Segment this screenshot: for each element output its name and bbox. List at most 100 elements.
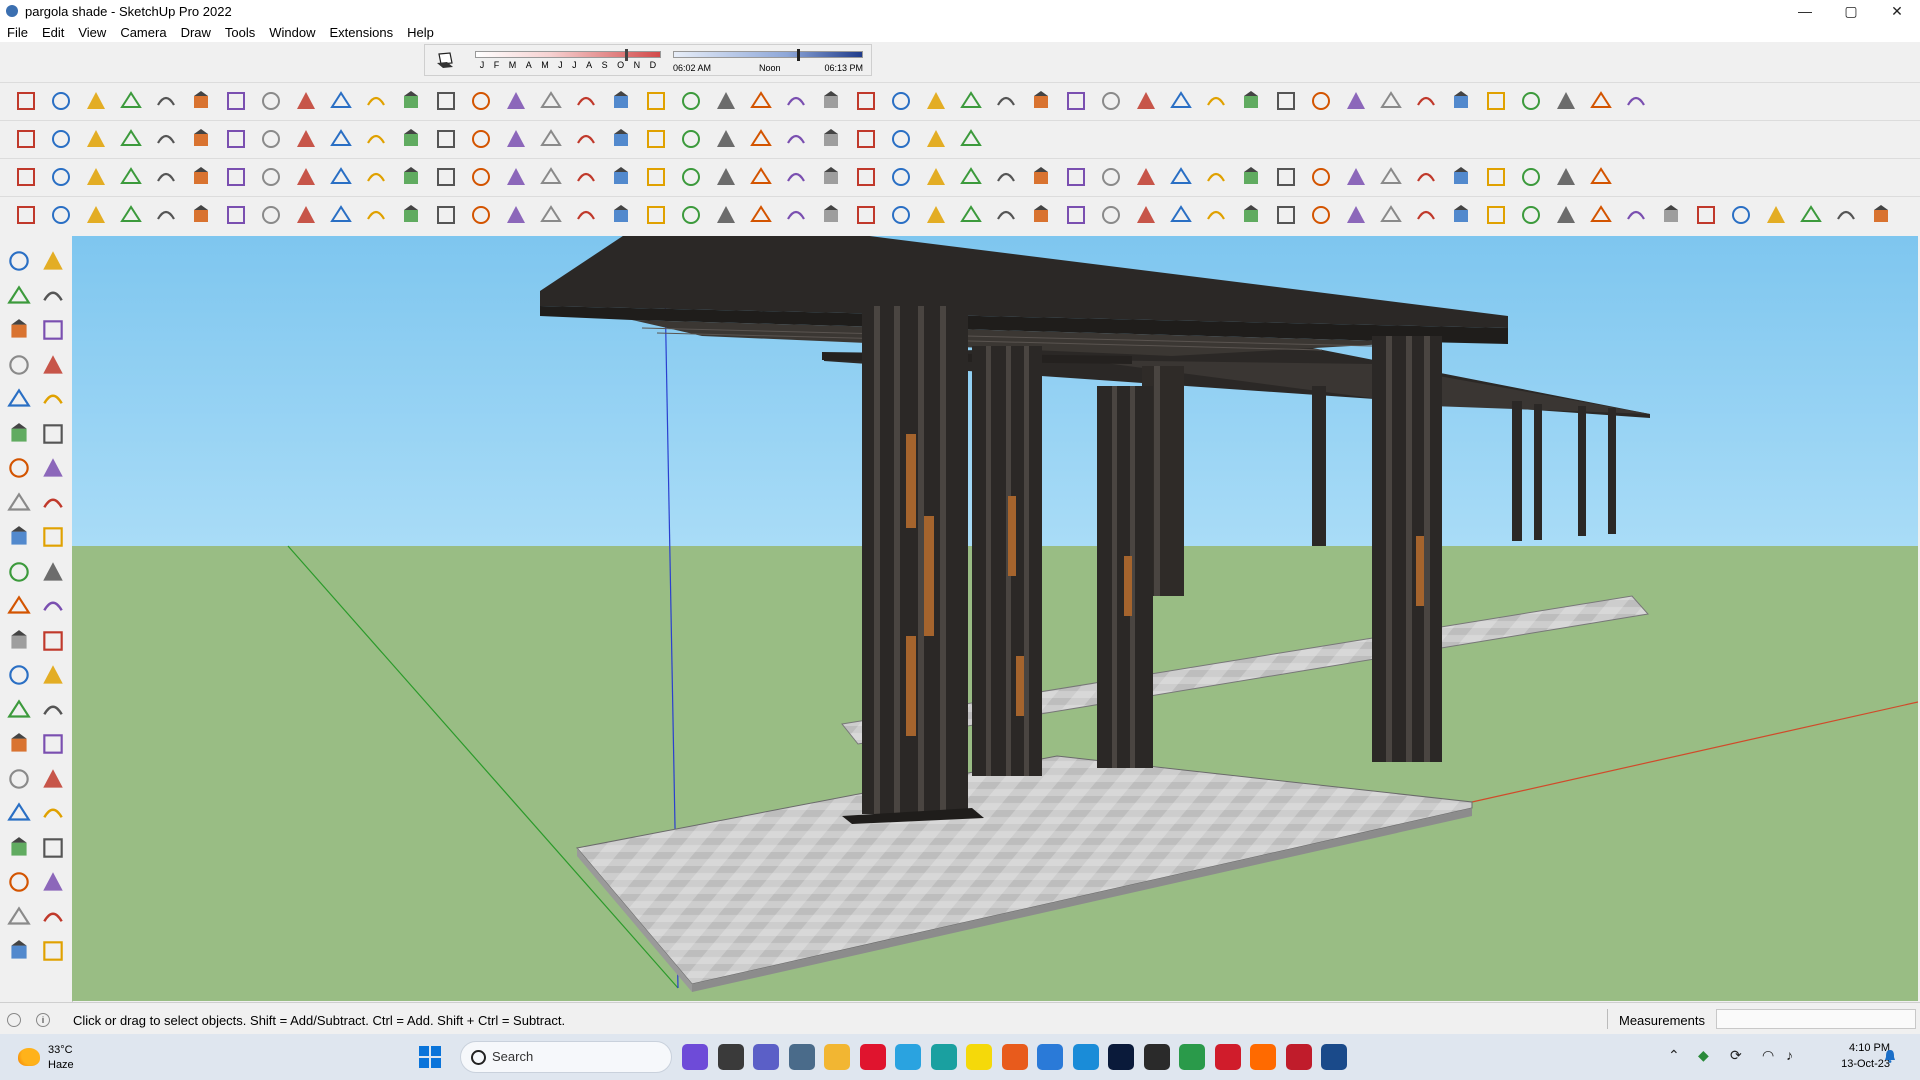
pan-icon[interactable] (40, 731, 66, 757)
windows-start-icon[interactable] (418, 1045, 442, 1069)
frame-3-icon[interactable] (1274, 165, 1298, 189)
orbit-icon[interactable] (504, 127, 528, 151)
arc-2pt-icon[interactable] (49, 89, 73, 113)
arc-icon[interactable] (6, 455, 32, 481)
paint-icon[interactable] (189, 127, 213, 151)
home-icon[interactable] (1589, 89, 1613, 113)
tray-chevron-icon[interactable]: ⌃ (1668, 1047, 1680, 1064)
telegram-taskbar-icon[interactable] (895, 1044, 921, 1070)
rotated-rect-icon[interactable] (189, 89, 213, 113)
sketchup-taskbar-icon[interactable] (1321, 1044, 1347, 1070)
circle-4-icon[interactable] (434, 203, 458, 227)
calculator-taskbar-icon[interactable] (788, 1044, 815, 1070)
lasso-2-icon[interactable] (1239, 203, 1263, 227)
polygon-3d-icon[interactable] (154, 89, 178, 113)
tape-icon[interactable] (119, 89, 143, 113)
time-slider-thumb[interactable] (797, 49, 800, 61)
zoom-icon[interactable] (6, 766, 32, 792)
box-2-icon[interactable] (399, 203, 423, 227)
stair-icon[interactable] (574, 89, 598, 113)
component-tree-icon[interactable] (1869, 203, 1893, 227)
shadow-toggle-icon[interactable] (435, 51, 455, 69)
section-fill-icon[interactable] (40, 904, 66, 930)
pyramid-icon[interactable] (1169, 203, 1193, 227)
roof-1-icon[interactable] (1449, 165, 1473, 189)
garage-icon[interactable] (1554, 89, 1578, 113)
scale-icon[interactable] (364, 127, 388, 151)
arrow-tool-icon[interactable] (364, 89, 388, 113)
hexagon-icon[interactable] (644, 165, 668, 189)
minimize-button[interactable]: — (1782, 0, 1828, 22)
zoom-ext-icon[interactable] (609, 127, 633, 151)
dome-icon[interactable] (189, 203, 213, 227)
menu-window[interactable]: Window (262, 25, 322, 40)
geolocation-icon[interactable] (7, 1013, 21, 1027)
cone-icon[interactable] (1134, 203, 1158, 227)
cube-icon[interactable] (49, 165, 73, 189)
beam-icon[interactable] (749, 89, 773, 113)
dimension-icon[interactable] (40, 628, 66, 654)
window-frame-icon[interactable] (1659, 203, 1683, 227)
hide-icon[interactable] (819, 127, 843, 151)
move-icon[interactable] (6, 524, 32, 550)
sextant-icon[interactable] (119, 203, 143, 227)
cube-grid-icon[interactable] (1624, 203, 1648, 227)
move-icon[interactable] (294, 127, 318, 151)
file-explorer-taskbar-icon[interactable] (824, 1044, 850, 1070)
layers-2-icon[interactable] (924, 165, 948, 189)
photoshop-taskbar-icon[interactable] (1108, 1044, 1134, 1070)
shed-icon[interactable] (1484, 89, 1508, 113)
plane-blue-2-icon[interactable] (574, 203, 598, 227)
round-corner-icon[interactable] (959, 89, 983, 113)
menu-extensions[interactable]: Extensions (323, 25, 401, 40)
undo-icon[interactable] (1414, 203, 1438, 227)
brick-1-icon[interactable] (1379, 165, 1403, 189)
tile-1-icon[interactable] (1694, 203, 1718, 227)
page-icon[interactable] (854, 203, 878, 227)
plane-blue-icon[interactable] (539, 203, 563, 227)
arch-icon[interactable] (539, 165, 563, 189)
protractor-icon[interactable] (6, 662, 32, 688)
menu-tools[interactable]: Tools (218, 25, 262, 40)
arc-2pt-icon[interactable] (40, 490, 66, 516)
drape-icon[interactable] (749, 127, 773, 151)
section-3-icon[interactable] (854, 165, 878, 189)
canopy-icon[interactable] (49, 203, 73, 227)
shelf-icon[interactable] (819, 203, 843, 227)
component-icon[interactable] (644, 127, 668, 151)
rotate-icon[interactable] (329, 127, 353, 151)
text-icon[interactable] (40, 662, 66, 688)
plane-gray-icon[interactable] (714, 203, 738, 227)
tree-icon[interactable] (1449, 203, 1473, 227)
pinterest-taskbar-icon[interactable] (1214, 1044, 1241, 1070)
glazing-icon[interactable] (539, 89, 563, 113)
text-icon[interactable] (434, 127, 458, 151)
curve-icon[interactable] (749, 203, 773, 227)
oval-icon[interactable] (434, 165, 458, 189)
push-pull-icon[interactable] (40, 524, 66, 550)
move-green-icon[interactable] (1064, 203, 1088, 227)
move-red-icon[interactable] (1029, 203, 1053, 227)
teams-taskbar-icon[interactable] (753, 1044, 779, 1070)
rectangle-icon[interactable] (6, 386, 32, 412)
grid-1-icon[interactable] (329, 203, 353, 227)
frame-icon[interactable] (1204, 165, 1228, 189)
autodesk-taskbar-icon[interactable] (1143, 1044, 1170, 1070)
solar-icon[interactable] (959, 127, 983, 151)
torus-icon[interactable] (574, 165, 598, 189)
chain-icon[interactable] (924, 203, 948, 227)
hatch-icon[interactable] (1169, 89, 1193, 113)
roof-3-icon[interactable] (1519, 165, 1543, 189)
follow-me-icon[interactable] (40, 559, 66, 585)
plane-red-icon[interactable] (679, 203, 703, 227)
pump-icon[interactable] (1484, 203, 1508, 227)
union-icon[interactable] (259, 203, 283, 227)
previous-icon[interactable] (40, 800, 66, 826)
cross-icon[interactable] (1799, 203, 1823, 227)
spiral-icon[interactable] (1274, 89, 1298, 113)
barn-icon[interactable] (1624, 89, 1648, 113)
path-icon[interactable] (994, 203, 1018, 227)
model-viewport[interactable] (72, 236, 1918, 1001)
tray-volume-icon[interactable]: ♪ (1786, 1047, 1793, 1063)
corner-icon[interactable] (959, 203, 983, 227)
